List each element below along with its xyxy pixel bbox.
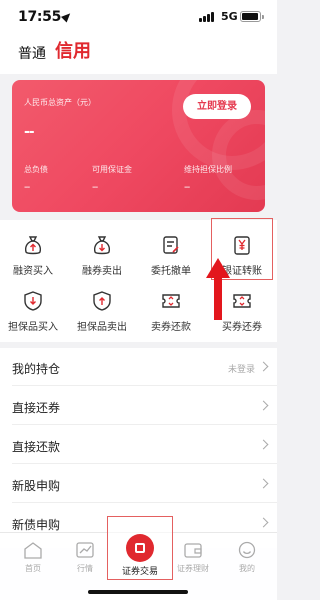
bag-up-arrow-icon bbox=[24, 236, 42, 255]
list-item-title: 直接还券 bbox=[12, 401, 61, 415]
tab-credit-account[interactable]: 信用 bbox=[55, 37, 91, 63]
tab-trading-label: 证券交易 bbox=[121, 567, 158, 577]
tab-securities-trading[interactable] bbox=[126, 534, 154, 562]
tab-mine-label: 我的 bbox=[239, 564, 255, 573]
total-assets-label: 人民币总资产（元） bbox=[24, 98, 96, 107]
status-time: 17:55 bbox=[18, 9, 62, 25]
available-margin-label: 可用保证金 bbox=[92, 165, 132, 174]
ticket-icon bbox=[162, 294, 180, 308]
status-bar: 17:55 5G bbox=[0, 0, 277, 32]
document-edit-icon bbox=[163, 236, 179, 254]
chevron-right-icon bbox=[258, 478, 269, 489]
margin-buy-label: 融资买入 bbox=[13, 266, 53, 277]
ticket-icon bbox=[233, 294, 251, 308]
chevron-right-icon bbox=[258, 439, 269, 450]
tab-normal-account[interactable]: 普通 bbox=[18, 43, 46, 63]
maintenance-ratio-value: -- bbox=[184, 182, 190, 193]
login-button[interactable]: 立即登录 bbox=[183, 94, 251, 119]
collateral-sell-button[interactable]: 担保品卖出 bbox=[69, 284, 135, 336]
cellular-signal-icon bbox=[199, 12, 217, 22]
chevron-right-icon bbox=[258, 517, 269, 528]
collateral-sell-label: 担保品卖出 bbox=[77, 322, 127, 333]
list-item-ipo-subscribe[interactable]: 新股申购 bbox=[0, 467, 277, 503]
account-mode-header: 普通 信用 bbox=[0, 32, 277, 74]
list-item-title: 我的持仓 bbox=[12, 362, 61, 376]
short-sell-button[interactable]: 融券卖出 bbox=[69, 228, 135, 280]
chevron-right-icon bbox=[258, 361, 269, 372]
list-item-direct-repay[interactable]: 直接还款 bbox=[0, 428, 277, 464]
home-icon bbox=[24, 542, 42, 559]
list-item-direct-return[interactable]: 直接还券 bbox=[0, 389, 277, 425]
list-item-positions[interactable]: 我的持仓 未登录 bbox=[0, 350, 277, 386]
tab-wealth-label: 证券理财 bbox=[177, 564, 209, 573]
red-arrow-up-icon bbox=[206, 258, 230, 320]
chevron-right-icon bbox=[258, 400, 269, 411]
sell-to-repay-button[interactable]: 卖券还款 bbox=[138, 284, 204, 336]
list-item-title: 新股申购 bbox=[12, 479, 61, 493]
tab-market[interactable]: 行情 bbox=[60, 539, 110, 579]
available-margin-value: -- bbox=[92, 182, 98, 193]
cancel-order-label: 委托撤单 bbox=[151, 266, 191, 277]
short-sell-label: 融券卖出 bbox=[82, 266, 122, 277]
tab-wealth[interactable]: 证券理财 bbox=[168, 539, 218, 579]
total-liabilities-value: -- bbox=[24, 182, 30, 193]
list-item-title: 新债申购 bbox=[12, 518, 61, 532]
collateral-buy-button[interactable]: 担保品买入 bbox=[0, 284, 66, 336]
maintenance-ratio-label: 维持担保比例 bbox=[184, 165, 232, 174]
trade-icon bbox=[135, 543, 145, 553]
smile-icon bbox=[238, 541, 256, 559]
network-type: 5G bbox=[221, 10, 238, 23]
list-item-title: 直接还款 bbox=[12, 440, 61, 454]
tab-home-label: 首页 bbox=[25, 564, 41, 573]
margin-buy-button[interactable]: 融资买入 bbox=[0, 228, 66, 280]
tab-mine[interactable]: 我的 bbox=[222, 539, 272, 579]
tab-market-label: 行情 bbox=[77, 564, 93, 573]
sell-to-repay-label: 卖券还款 bbox=[151, 322, 191, 333]
buy-to-return-label: 买券还券 bbox=[222, 322, 262, 333]
login-status: 未登录 bbox=[227, 365, 255, 375]
home-indicator bbox=[88, 590, 188, 594]
shield-up-icon bbox=[93, 291, 111, 311]
battery-icon bbox=[240, 11, 264, 22]
wallet-icon bbox=[184, 543, 202, 558]
shield-down-icon bbox=[24, 291, 42, 311]
tab-home[interactable]: 首页 bbox=[8, 539, 58, 579]
asset-card: 人民币总资产（元） -- 立即登录 总负债 -- 可用保证金 -- 维持担保比例… bbox=[12, 80, 265, 212]
bag-down-arrow-icon bbox=[93, 236, 111, 255]
cancel-order-button[interactable]: 委托撤单 bbox=[138, 228, 204, 280]
chart-icon bbox=[76, 542, 94, 558]
total-liabilities-label: 总负债 bbox=[24, 165, 48, 174]
collateral-buy-label: 担保品买入 bbox=[8, 322, 58, 333]
location-arrow-icon bbox=[60, 10, 74, 23]
total-assets-value: -- bbox=[24, 124, 35, 140]
